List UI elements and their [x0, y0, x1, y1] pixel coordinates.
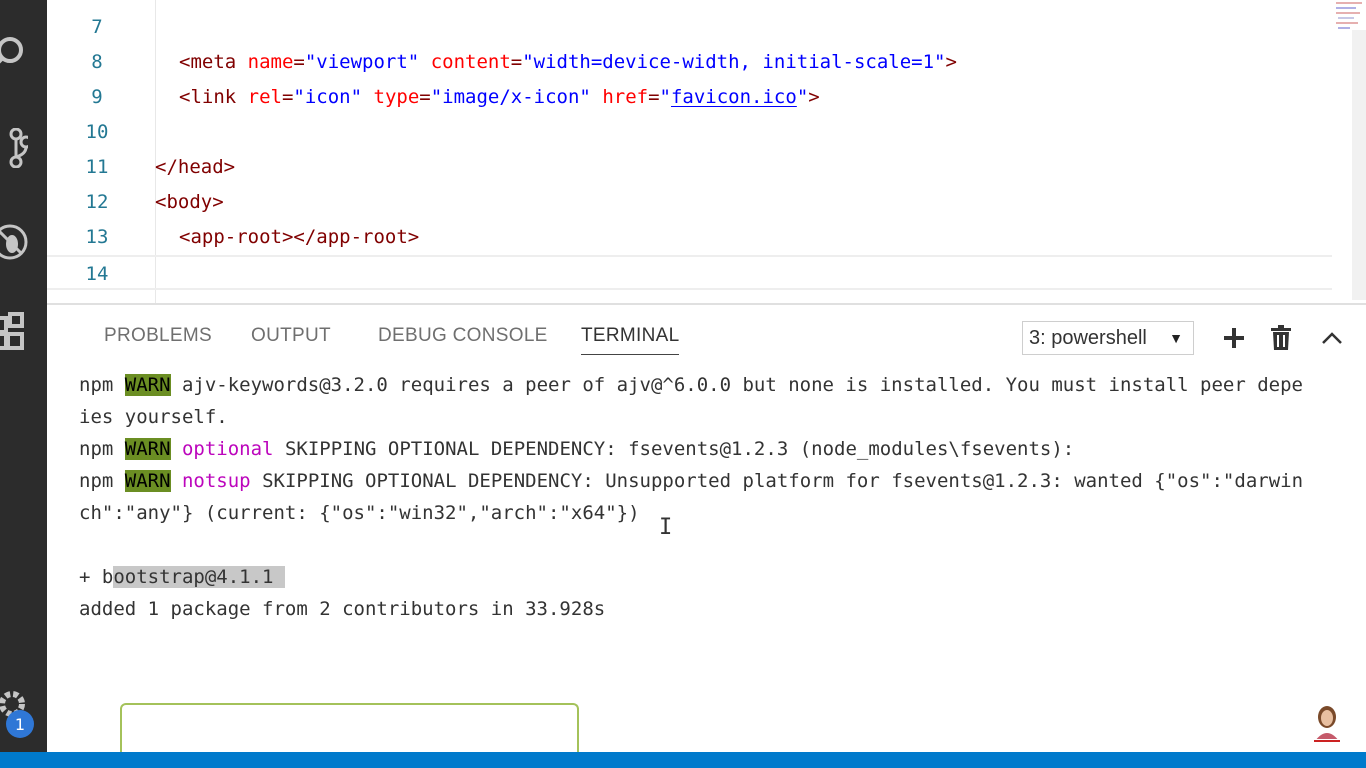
terminal-line: ies yourself.	[79, 406, 228, 428]
bottom-panel: PROBLEMS OUTPUT DEBUG CONSOLE TERMINAL 3…	[47, 303, 1366, 755]
subscribe-avatar	[1305, 701, 1349, 745]
code-editor[interactable]: 7 8 <meta name="viewport" content="width=d…	[47, 0, 1366, 303]
panel-tabs: PROBLEMS OUTPUT DEBUG CONSOLE TERMINAL	[47, 305, 947, 367]
code-line[interactable]: 11 </head>	[47, 150, 1332, 185]
code-line[interactable]: 12 <body>	[47, 185, 1332, 220]
text-cursor-icon: I	[659, 515, 673, 540]
code-line[interactable]: 14	[47, 255, 1332, 290]
activity-bar: 1	[0, 0, 47, 752]
line-number: 9	[91, 86, 103, 108]
dropdown-caret-icon: ▼	[1169, 330, 1183, 346]
line-number: 11	[85, 156, 109, 178]
line-number: 13	[85, 226, 109, 248]
chevron-up-icon[interactable]	[1317, 323, 1347, 353]
tab-debug-console[interactable]: DEBUG CONSOLE	[378, 325, 548, 347]
code-text: <app-root></app-root>	[179, 226, 420, 248]
code-text: <meta name="viewport" content="width=dev…	[179, 51, 957, 73]
code-line[interactable]: 8 <meta name="viewport" content="width=de…	[47, 45, 1332, 80]
terminal-select[interactable]: 3: powershell ▼	[1022, 321, 1194, 355]
line-number: 8	[91, 51, 103, 73]
source-control-icon[interactable]	[0, 126, 30, 170]
code-line[interactable]: 9 <link rel="icon" type="image/x-icon" hr…	[47, 80, 1332, 115]
code-line[interactable]: 10	[47, 115, 1332, 150]
editor-scrollbar[interactable]	[1352, 30, 1366, 300]
plus-icon[interactable]	[1219, 323, 1249, 353]
trash-icon[interactable]	[1266, 323, 1296, 353]
tab-terminal[interactable]: TERMINAL	[581, 325, 680, 355]
terminal-line: npm WARN optional SKIPPING OPTIONAL DEPE…	[79, 438, 1075, 460]
extensions-icon[interactable]	[0, 310, 30, 354]
debug-icon[interactable]	[0, 220, 30, 264]
code-text: </head>	[155, 156, 236, 178]
terminal-select-value: 3: powershell	[1029, 327, 1147, 349]
status-bar	[0, 752, 1366, 768]
terminal-line: added 1 package from 2 contributors in 3…	[79, 598, 606, 620]
tab-problems[interactable]: PROBLEMS	[104, 325, 212, 347]
line-number: 10	[85, 121, 109, 143]
terminal-line: npm WARN notsup SKIPPING OPTIONAL DEPEND…	[79, 470, 1304, 492]
overlay-box	[120, 703, 579, 755]
code-line[interactable]: 13 <app-root></app-root>	[47, 220, 1332, 255]
terminal-output[interactable]: npm WARN ajv-keywords@3.2.0 requires a p…	[79, 369, 1366, 754]
search-icon[interactable]	[0, 30, 30, 74]
terminal-line: npm WARN ajv-keywords@3.2.0 requires a p…	[79, 374, 1303, 396]
code-text: <body>	[155, 191, 224, 213]
code-text: <link rel="icon" type="image/x-icon" hre…	[179, 86, 820, 108]
tab-output[interactable]: OUTPUT	[251, 325, 331, 347]
line-number: 12	[85, 191, 109, 213]
line-number: 7	[91, 16, 103, 38]
terminal-line: ch":"any"} (current: {"os":"win32","arch…	[79, 502, 640, 524]
code-line-partial: 15</body>	[47, 287, 1332, 303]
minimap[interactable]	[1334, 0, 1364, 34]
terminal-line: + bootstrap@4.1.1	[79, 566, 285, 588]
code-line[interactable]: 7	[47, 10, 1332, 45]
notification-badge: 1	[6, 710, 34, 738]
